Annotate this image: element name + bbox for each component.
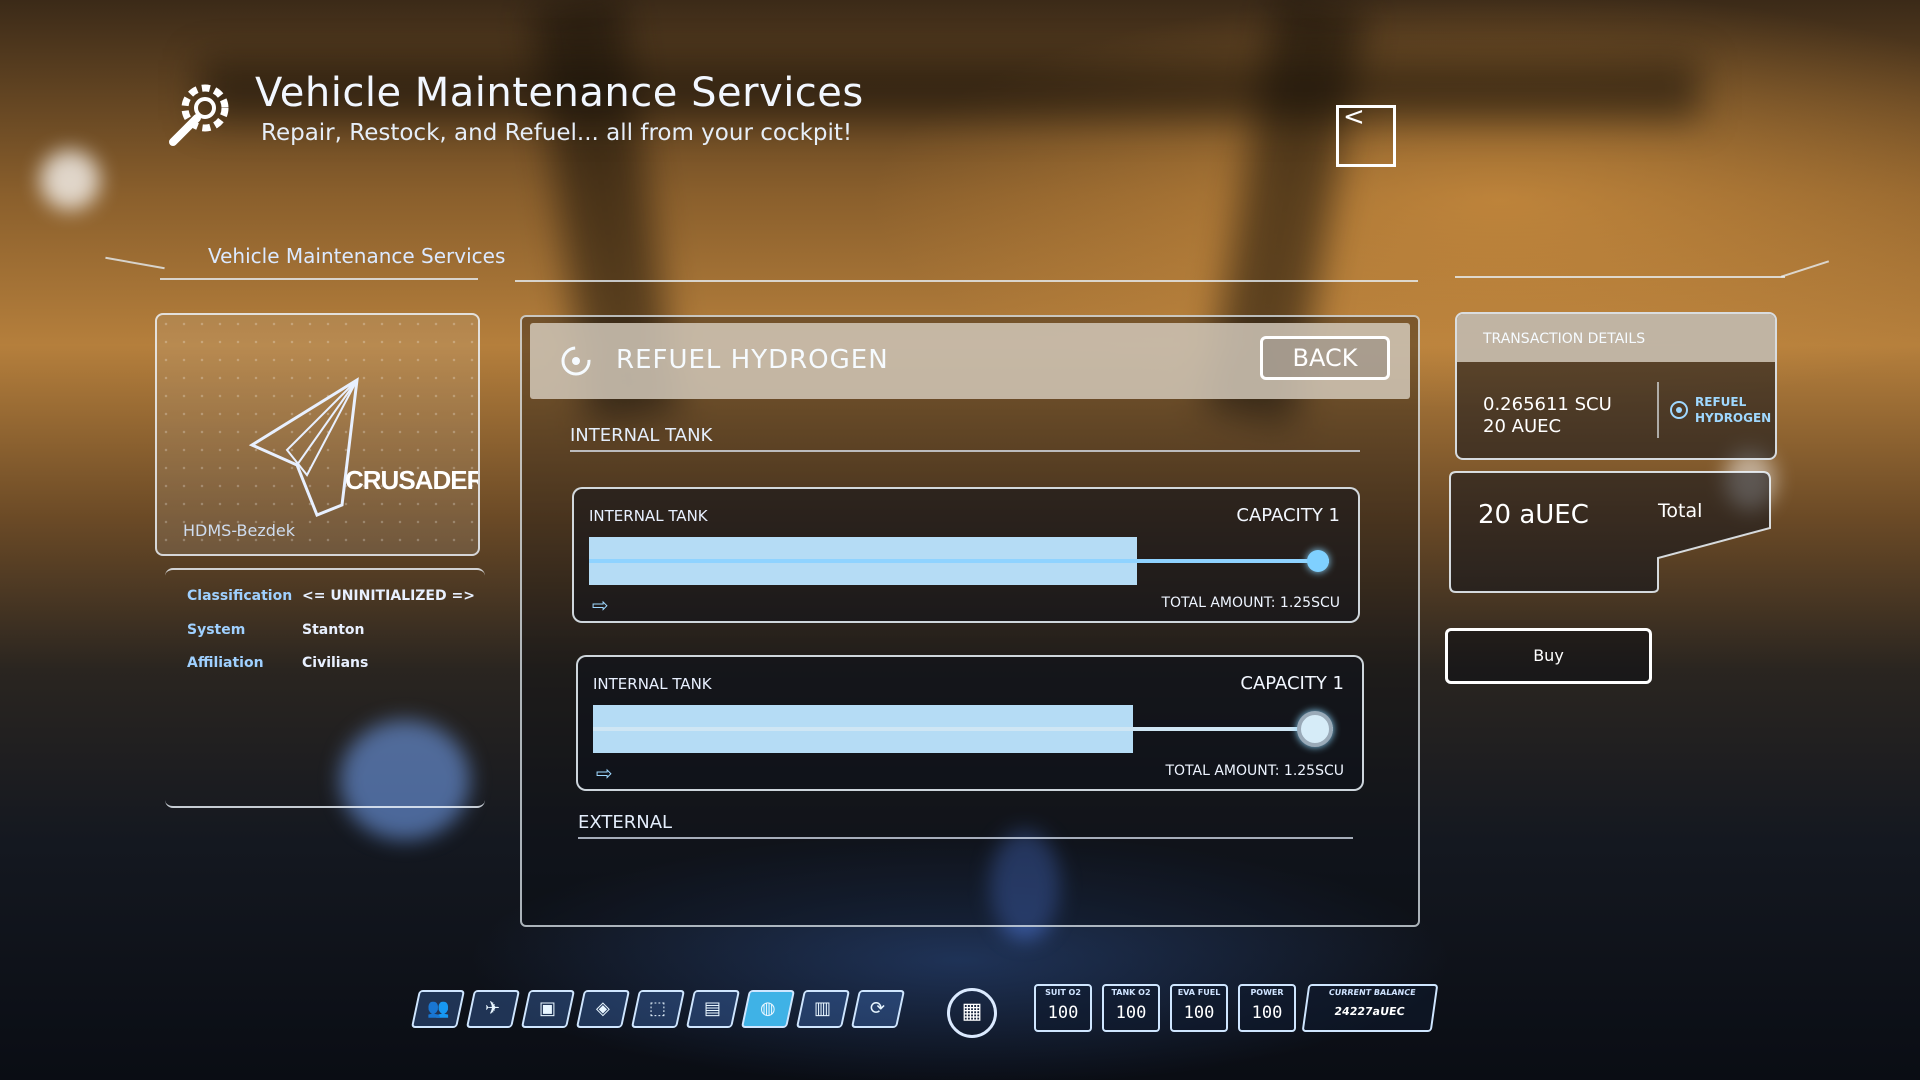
brand-logo: CRUSADER	[345, 465, 480, 495]
panel-title: REFUEL HYDROGEN	[616, 345, 889, 375]
ship-silhouette-icon	[248, 377, 359, 517]
stat-tank-o2: TANK O2 100	[1102, 984, 1160, 1032]
amount-scu: 0.265611 SCU	[1483, 394, 1612, 415]
hud-divider	[1780, 260, 1830, 278]
buy-button[interactable]: Buy	[1445, 628, 1652, 684]
recycle-icon[interactable]: ⟳	[850, 990, 906, 1028]
refuel-icon	[561, 346, 591, 376]
ship-info-panel: Classification <= UNINITIALIZED => Syste…	[165, 568, 485, 808]
arrow-right-icon[interactable]: ⇨	[592, 593, 609, 617]
fuel-icon[interactable]: ◍	[740, 990, 796, 1028]
group-label-external: EXTERNAL	[578, 812, 673, 833]
current-balance: CURRENT BALANCE 24227aUEC	[1301, 984, 1439, 1032]
section-label: Vehicle Maintenance Services	[208, 244, 506, 268]
tank-name: INTERNAL TANK	[593, 675, 712, 693]
page-subtitle: Repair, Restock, and Refuel... all from …	[261, 120, 853, 146]
tank-capacity: CAPACITY 1	[1240, 673, 1344, 694]
total-label: Total	[1658, 500, 1703, 522]
tank-name: INTERNAL TANK	[589, 507, 708, 525]
refuel-icon	[1670, 401, 1688, 419]
back-button[interactable]: BACK	[1260, 336, 1390, 380]
slider-handle[interactable]	[1297, 711, 1333, 747]
shield-icon[interactable]: ◈	[575, 990, 631, 1028]
tank-row: INTERNAL TANK CAPACITY 1 ⇨ TOTAL AMOUNT:…	[572, 487, 1360, 623]
transaction-heading: TRANSACTION DETAILS	[1483, 331, 1646, 347]
fuel-slider[interactable]	[589, 537, 1329, 585]
group-divider	[578, 837, 1353, 839]
cargo-icon[interactable]: ⬚	[630, 990, 686, 1028]
transaction-amount: 0.265611 SCU 20 AUEC	[1483, 394, 1612, 438]
ship-card: CRUSADER HDMS-Bezdek	[155, 313, 480, 556]
tank-total-amount: TOTAL AMOUNT: 1.25SCU	[1161, 595, 1340, 611]
transaction-card: TRANSACTION DETAILS 0.265611 SCU 20 AUEC…	[1455, 312, 1777, 460]
transaction-action: REFUEL HYDROGEN	[1695, 395, 1772, 425]
slider-handle[interactable]	[1307, 550, 1329, 572]
fuel-slider[interactable]	[593, 705, 1333, 753]
wrench-gear-icon	[169, 84, 229, 146]
total-card: 20 aUEC Total	[1448, 470, 1773, 594]
ship-icon[interactable]: ✈	[465, 990, 521, 1028]
mobiglas-home-icon[interactable]: ▦	[947, 988, 997, 1038]
close-button[interactable]: <	[1336, 102, 1396, 167]
hud-divider	[515, 280, 1418, 282]
refuel-panel: REFUEL HYDROGEN BACK INTERNAL TANK INTER…	[520, 315, 1420, 927]
chevron-left-icon: <	[1343, 102, 1365, 132]
slider-track	[589, 559, 1329, 563]
stat-eva-fuel: EVA FUEL 100	[1170, 984, 1228, 1032]
stat-suit-o2: SUIT O2 100	[1034, 984, 1092, 1032]
total-card-frame	[1449, 471, 1771, 593]
transaction-header: TRANSACTION DETAILS	[1457, 314, 1775, 362]
hud-divider	[1455, 276, 1785, 278]
hud-divider	[160, 278, 478, 280]
tank-total-amount: TOTAL AMOUNT: 1.25SCU	[1165, 763, 1344, 779]
tank-capacity: CAPACITY 1	[1236, 505, 1340, 526]
terminal-icon[interactable]: ▥	[795, 990, 851, 1028]
slider-track	[593, 727, 1333, 731]
armor-icon[interactable]: ▣	[520, 990, 576, 1028]
arrow-right-icon[interactable]: ⇨	[596, 761, 613, 785]
ship-name: HDMS-Bezdek	[183, 521, 295, 540]
group-divider	[570, 450, 1360, 452]
stat-power: POWER 100	[1238, 984, 1296, 1032]
panel-header: REFUEL HYDROGEN BACK	[530, 323, 1410, 399]
page-title: Vehicle Maintenance Services	[255, 70, 864, 116]
contacts-icon[interactable]: 👥	[410, 990, 466, 1028]
journal-icon[interactable]: ▤	[685, 990, 741, 1028]
tank-row: INTERNAL TANK CAPACITY 1 ⇨ TOTAL AMOUNT:…	[576, 655, 1364, 791]
transaction-divider	[1657, 382, 1659, 438]
total-value: 20 aUEC	[1478, 500, 1589, 530]
amount-auec: 20 AUEC	[1483, 416, 1562, 437]
hud-divider	[105, 256, 165, 270]
group-label-internal: INTERNAL TANK	[570, 425, 713, 446]
